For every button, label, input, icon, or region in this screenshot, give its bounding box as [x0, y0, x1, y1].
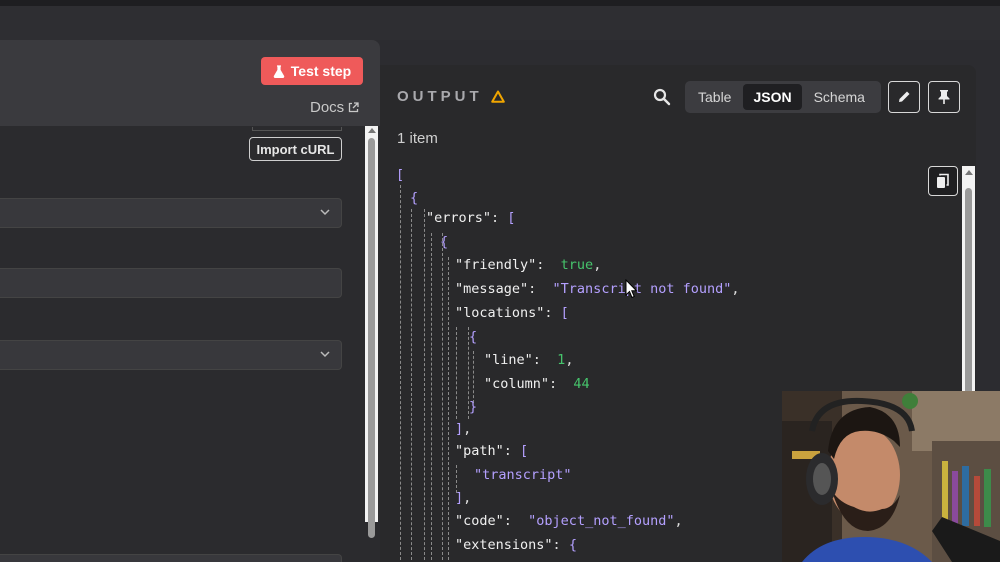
json-line: [	[396, 167, 404, 183]
chevron-down-icon	[320, 209, 330, 216]
json-key: "code"	[455, 513, 504, 529]
bottom-field[interactable]	[0, 554, 342, 562]
chevron-down-icon	[320, 351, 330, 358]
test-step-button[interactable]: Test step	[261, 57, 363, 85]
scroll-up-arrow[interactable]	[368, 128, 376, 133]
json-value: "Transcript not found"	[552, 281, 732, 297]
import-curl-button[interactable]: Import cURL	[249, 137, 342, 161]
indent-guide	[456, 327, 457, 419]
indent-guide	[448, 257, 449, 562]
test-step-label: Test step	[290, 63, 352, 79]
import-curl-label: Import cURL	[256, 141, 335, 157]
json-line: "friendly": true,	[455, 257, 602, 273]
mouse-cursor-icon	[625, 279, 638, 299]
indent-guide	[456, 465, 457, 493]
indent-guide	[442, 233, 443, 562]
json-value: true	[560, 257, 594, 273]
json-key: "extensions"	[455, 537, 553, 553]
docs-label: Docs	[310, 99, 345, 116]
url-input[interactable]	[0, 268, 342, 298]
json-line: {	[440, 234, 449, 250]
indent-guide	[400, 185, 401, 562]
json-line: "message": "Transcript not found",	[455, 281, 740, 297]
method-select[interactable]	[0, 198, 342, 228]
json-line: ],	[455, 490, 472, 506]
json-key: "locations"	[455, 305, 545, 321]
json-line: "path": [	[455, 443, 529, 459]
copy-icon	[937, 173, 949, 188]
json-key: "path"	[455, 443, 504, 459]
parameters-panel: Test step Docs Import cURL	[0, 40, 380, 562]
canvas-background	[0, 6, 1000, 40]
json-line: "line": 1,	[484, 352, 574, 368]
docs-link[interactable]: Docs	[310, 99, 359, 116]
json-line: "code": "object_not_found",	[455, 513, 683, 529]
json-key: "line"	[484, 352, 533, 368]
parameters-header: Test step Docs	[0, 40, 380, 126]
indent-guide	[431, 233, 432, 562]
json-value: "transcript"	[474, 467, 572, 483]
indent-guide	[411, 209, 412, 562]
scroll-thumb[interactable]	[368, 138, 375, 538]
json-line: "transcript"	[474, 467, 572, 483]
json-key: "column"	[484, 376, 550, 392]
json-value: "object_not_found"	[528, 513, 675, 529]
indent-guide	[473, 351, 474, 403]
scroll-up-arrow[interactable]	[965, 170, 973, 175]
json-line: }	[469, 399, 478, 415]
json-line: "extensions": {	[455, 537, 577, 553]
json-key: "message"	[455, 281, 529, 297]
json-key: "errors"	[426, 210, 492, 226]
authentication-select[interactable]	[0, 340, 342, 370]
webcam-overlay	[782, 391, 1000, 562]
json-line: "locations": [	[455, 305, 569, 321]
field-edge	[252, 127, 342, 131]
indent-guide	[424, 209, 425, 562]
json-line: ],	[455, 421, 472, 437]
json-value: 44	[573, 376, 590, 392]
webcam-person-image	[782, 391, 1000, 562]
json-line: {	[410, 190, 418, 206]
parameters-scrollbar[interactable]	[365, 126, 378, 538]
json-brace: {	[410, 190, 419, 206]
json-line: "column": 44	[484, 376, 590, 392]
json-bracket: [	[396, 167, 405, 183]
copy-button[interactable]	[928, 166, 958, 196]
external-link-icon	[349, 102, 359, 113]
json-line: "errors": [	[426, 210, 516, 226]
flask-icon	[273, 64, 285, 78]
json-line: {	[469, 329, 478, 345]
json-key: "friendly"	[455, 257, 537, 273]
